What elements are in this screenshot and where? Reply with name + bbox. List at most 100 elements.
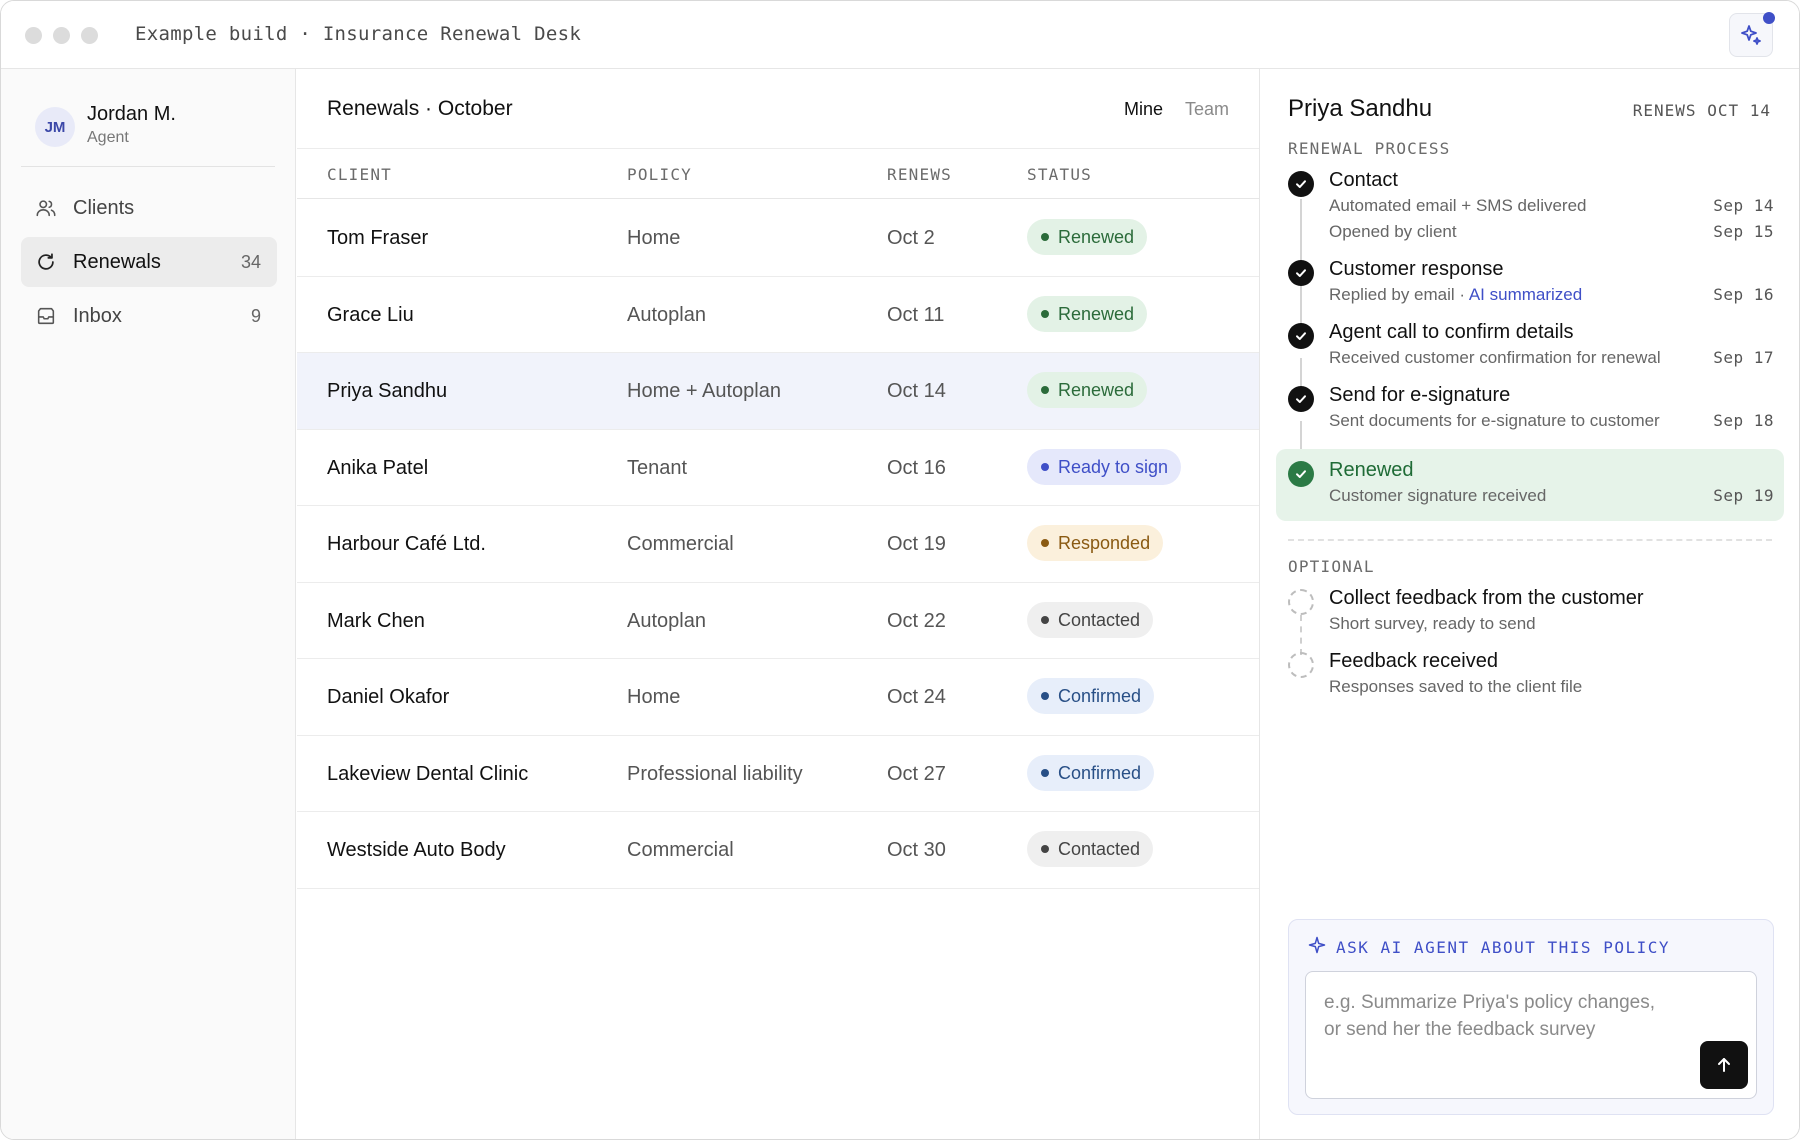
table-row[interactable]: Mark Chen Autoplan Oct 22 Contacted <box>297 583 1259 659</box>
pending-circle-icon <box>1288 652 1314 678</box>
step-date: Sep 14 <box>1713 196 1774 215</box>
status-badge: Ready to sign <box>1027 448 1182 485</box>
optional-divider <box>1288 539 1772 541</box>
policy-type: Commercial <box>627 533 734 555</box>
avatar: JM <box>35 107 75 147</box>
sidebar-item-clients[interactable]: Clients <box>21 183 277 233</box>
timeline-connector <box>1300 615 1302 655</box>
step-title: Feedback received <box>1329 650 1498 672</box>
ask-ai-panel: ASK AI AGENT ABOUT THIS POLICY <box>1288 919 1774 1115</box>
sidebar-item-count: 34 <box>240 251 261 272</box>
toggle-mine[interactable]: Mine <box>1124 99 1163 120</box>
status-badge: Confirmed <box>1027 678 1155 714</box>
table-row[interactable]: Anika Patel Tenant Oct 16 Ready to sign <box>297 430 1259 506</box>
check-icon <box>1288 386 1314 412</box>
sidebar-item-label: Clients <box>73 196 135 219</box>
step-title: Send for e-signature <box>1329 384 1511 406</box>
column-header-policy[interactable]: POLICY <box>627 165 692 184</box>
check-circle-icon <box>1288 461 1314 487</box>
step-date: Sep 16 <box>1713 285 1774 304</box>
client-name: Harbour Café Ltd. <box>327 533 486 555</box>
step-description: Automated email + SMS delivered <box>1329 196 1587 215</box>
step-title: Renewed <box>1329 459 1414 481</box>
step-description: Opened by client <box>1329 222 1457 241</box>
renewal-date: Oct 27 <box>887 762 946 785</box>
sparkle-icon <box>1741 25 1761 45</box>
app-title: Example build · Insurance Renewal Desk <box>135 23 582 45</box>
policy-type: Professional liability <box>627 762 803 785</box>
renewal-date: Oct 14 <box>887 380 946 402</box>
status-badge: Renewed <box>1027 372 1148 408</box>
toggle-team[interactable]: Team <box>1185 99 1229 120</box>
status-badge: Responded <box>1027 525 1164 561</box>
window-minimize-dot[interactable] <box>53 27 70 44</box>
window-close-dot[interactable] <box>25 27 42 44</box>
table-body: Tom Fraser Home Oct 2 Renewed Grace Liu … <box>297 200 1259 889</box>
column-header-client[interactable]: CLIENT <box>327 165 392 184</box>
step-title: Collect feedback from the customer <box>1329 587 1644 609</box>
table-row[interactable]: Grace Liu Autoplan Oct 11 Renewed <box>297 277 1259 353</box>
renewal-date: Oct 2 <box>887 227 935 249</box>
policy-type: Autoplan <box>627 303 706 326</box>
status-badge: Contacted <box>1027 601 1154 638</box>
renewal-date: Oct 22 <box>887 609 946 632</box>
check-icon <box>1288 260 1314 286</box>
refresh-icon <box>38 253 54 270</box>
client-name: Tom Fraser <box>327 227 429 249</box>
renewal-date: Oct 30 <box>887 839 946 861</box>
ai-assistant-button[interactable] <box>1729 12 1775 57</box>
users-icon <box>36 200 56 217</box>
sparkle-icon <box>1308 936 1326 954</box>
policy-type: Home <box>627 686 681 708</box>
send-button[interactable] <box>1700 1041 1748 1089</box>
sidebar-item-count: 9 <box>250 305 261 326</box>
ai-summarized-link[interactable]: AI summarized <box>1469 285 1582 304</box>
column-header-renews[interactable]: RENEWS <box>887 165 952 184</box>
sidebar-item-label: Renewals <box>73 250 161 273</box>
renewal-process-heading: RENEWAL PROCESS <box>1288 139 1451 158</box>
column-header-status[interactable]: STATUS <box>1027 165 1092 184</box>
step-description: Customer signature received <box>1329 486 1547 505</box>
policy-type: Home + Autoplan <box>627 380 781 402</box>
client-detail-name: Priya Sandhu <box>1288 95 1433 122</box>
step-title: Contact <box>1329 169 1398 191</box>
optional-heading: OPTIONAL <box>1288 557 1375 576</box>
step-date: Sep 15 <box>1713 222 1774 241</box>
check-icon <box>1288 323 1314 349</box>
page-title: Renewals · October <box>327 97 513 120</box>
client-name: Priya Sandhu <box>327 380 448 402</box>
table-row-selected[interactable]: Priya Sandhu Home + Autoplan Oct 14 Rene… <box>297 353 1259 430</box>
renewal-date: Oct 24 <box>887 686 946 708</box>
table-row[interactable]: Westside Auto Body Commercial Oct 30 Con… <box>297 812 1259 889</box>
ask-ai-input[interactable] <box>1305 971 1757 1099</box>
table-row[interactable]: Daniel Okafor Home Oct 24 Confirmed <box>297 659 1259 736</box>
sidebar-item-inbox[interactable]: Inbox 9 <box>21 291 277 341</box>
table-row[interactable]: Lakeview Dental Clinic Professional liab… <box>297 736 1259 812</box>
step-description: Short survey, ready to send <box>1329 614 1536 633</box>
step-title: Customer response <box>1329 258 1504 280</box>
client-name: Grace Liu <box>327 303 414 326</box>
pending-circle-icon <box>1288 589 1314 615</box>
step-date: Sep 18 <box>1713 411 1774 430</box>
step-title: Agent call to confirm details <box>1329 321 1574 343</box>
user-profile[interactable]: JM Jordan M. Agent <box>35 101 285 151</box>
sidebar-item-label: Inbox <box>73 304 122 327</box>
client-name: Lakeview Dental Clinic <box>327 762 529 785</box>
table-row[interactable]: Harbour Café Ltd. Commercial Oct 19 Resp… <box>297 506 1259 583</box>
renewal-date: Oct 11 <box>887 303 945 326</box>
step-description-text: Replied by email · <box>1329 285 1469 304</box>
step-description: Replied by email · AI summarized <box>1329 285 1582 305</box>
ask-ai-label: ASK AI AGENT ABOUT THIS POLICY <box>1336 938 1670 957</box>
status-badge: Confirmed <box>1027 754 1155 791</box>
renewal-date-label: RENEWS OCT 14 <box>1632 101 1771 120</box>
user-role: Agent <box>87 129 129 146</box>
client-name: Mark Chen <box>327 609 425 632</box>
renewal-date: Oct 19 <box>887 533 946 555</box>
renewal-date: Oct 16 <box>887 456 946 479</box>
window-zoom-dot[interactable] <box>81 27 98 44</box>
sidebar-item-renewals[interactable]: Renewals 34 <box>21 237 277 287</box>
title-bar: Example build · Insurance Renewal Desk <box>1 1 1799 69</box>
table-row[interactable]: Tom Fraser Home Oct 2 Renewed <box>297 200 1259 277</box>
step-description: Received customer confirmation for renew… <box>1329 348 1661 367</box>
step-date: Sep 19 <box>1713 486 1774 505</box>
